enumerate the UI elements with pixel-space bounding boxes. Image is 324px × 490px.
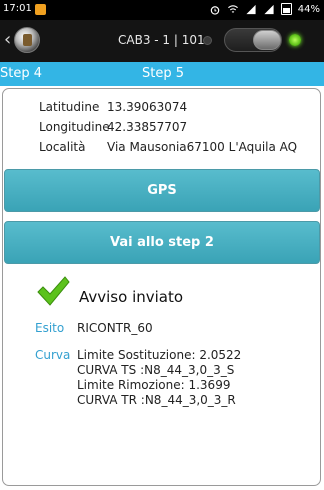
location-value: Via Mausonia67100 L'Aquila AQ bbox=[107, 140, 298, 154]
checkmark-icon bbox=[37, 276, 70, 306]
latitude-value: 13.39063074 bbox=[107, 100, 188, 114]
curva-line: Limite Rimozione: 1.3699 bbox=[77, 378, 231, 392]
status-led-on bbox=[289, 34, 301, 46]
curva-line: CURVA TR :N8_44_3,0_3_R bbox=[77, 393, 236, 407]
gps-button[interactable]: GPS bbox=[4, 169, 320, 212]
alarm-icon bbox=[210, 5, 220, 15]
status-bar: 17:01 44% bbox=[0, 0, 324, 20]
status-time: 17:01 bbox=[3, 3, 32, 14]
esito-value: RICONTR_60 bbox=[77, 321, 153, 335]
battery-percent: 44% bbox=[297, 3, 320, 15]
app-logo bbox=[14, 27, 40, 53]
curva-line: CURVA TS :N8_44_3,0_3_S bbox=[77, 363, 235, 377]
curva-label: Curva bbox=[35, 348, 71, 362]
step-previous[interactable]: Step 4 bbox=[0, 66, 42, 81]
location-label: Località bbox=[39, 140, 86, 154]
status-led-off bbox=[203, 36, 212, 45]
longitude-label: Longitudine bbox=[39, 120, 110, 134]
back-button[interactable]: ‹ bbox=[4, 27, 40, 55]
step-bar: Step 4 Step 5 bbox=[0, 62, 324, 86]
chevron-left-icon: ‹ bbox=[4, 29, 12, 50]
step-current: Step 5 bbox=[142, 66, 185, 81]
result-status: Avviso inviato bbox=[79, 288, 184, 306]
next-step-button[interactable]: Vai allo step 2 bbox=[4, 221, 320, 264]
status-icons: 44% bbox=[209, 3, 320, 15]
signal-icon-2 bbox=[264, 4, 274, 14]
signal-icon-1 bbox=[246, 4, 256, 14]
longitude-value: 42.33857707 bbox=[107, 120, 188, 134]
notification-icon bbox=[35, 4, 46, 15]
content-card: Latitudine 13.39063074 Longitudine 42.33… bbox=[2, 88, 321, 486]
app-header: ‹ CAB3 - 1 | 101 bbox=[0, 20, 324, 62]
latitude-label: Latitudine bbox=[39, 100, 100, 114]
curva-line: Limite Sostituzione: 2.0522 bbox=[77, 348, 242, 362]
toggle-knob bbox=[253, 30, 281, 50]
header-title: CAB3 - 1 | 101 bbox=[118, 33, 205, 47]
wifi-icon bbox=[227, 4, 238, 13]
connection-toggle[interactable] bbox=[224, 28, 282, 52]
battery-icon bbox=[280, 3, 292, 15]
esito-label: Esito bbox=[35, 321, 65, 335]
